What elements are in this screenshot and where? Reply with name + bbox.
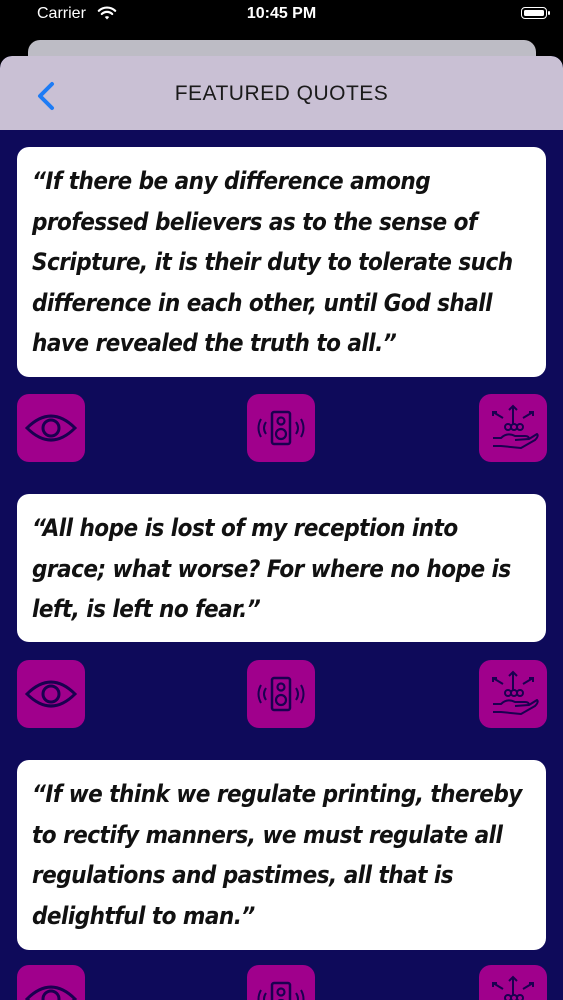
page-title: FEATURED QUOTES [174,82,389,105]
hand-share-icon [492,670,539,715]
view-quote-button[interactable] [17,660,85,728]
quote-text: “If we think we regulate printing, there… [32,780,522,930]
navigation-bar: FEATURED QUOTES [0,56,563,130]
hand-share-icon [492,404,539,449]
eye-icon [24,414,78,442]
quote-text: “If there be any difference among profes… [32,167,513,357]
speaker-icon [257,410,305,446]
eye-icon [24,985,78,1000]
share-quote-button[interactable] [479,965,547,1000]
clock-label: 10:45 PM [246,5,317,22]
battery-icon [521,7,550,19]
eye-icon [24,680,78,708]
speaker-icon [257,981,305,1000]
share-quote-button[interactable] [479,660,547,728]
quote-text: “All hope is lost of my reception into g… [32,514,511,623]
view-quote-button[interactable] [17,965,85,1000]
speak-quote-button[interactable] [247,965,315,1000]
share-quote-button[interactable] [479,394,547,462]
speak-quote-button[interactable] [247,394,315,462]
hand-share-icon [492,975,534,1000]
speaker-icon [257,676,305,712]
status-bar: Carrier 10:45 PM [0,0,563,34]
quote-card: “If we think we regulate printing, there… [17,760,546,950]
quotes-sheet: FEATURED QUOTES “If there be any differe… [0,56,563,1000]
speak-quote-button[interactable] [247,660,315,728]
quote-card: “If there be any difference among profes… [17,147,546,377]
view-quote-button[interactable] [17,394,85,462]
quote-card: “All hope is lost of my reception into g… [17,494,546,642]
